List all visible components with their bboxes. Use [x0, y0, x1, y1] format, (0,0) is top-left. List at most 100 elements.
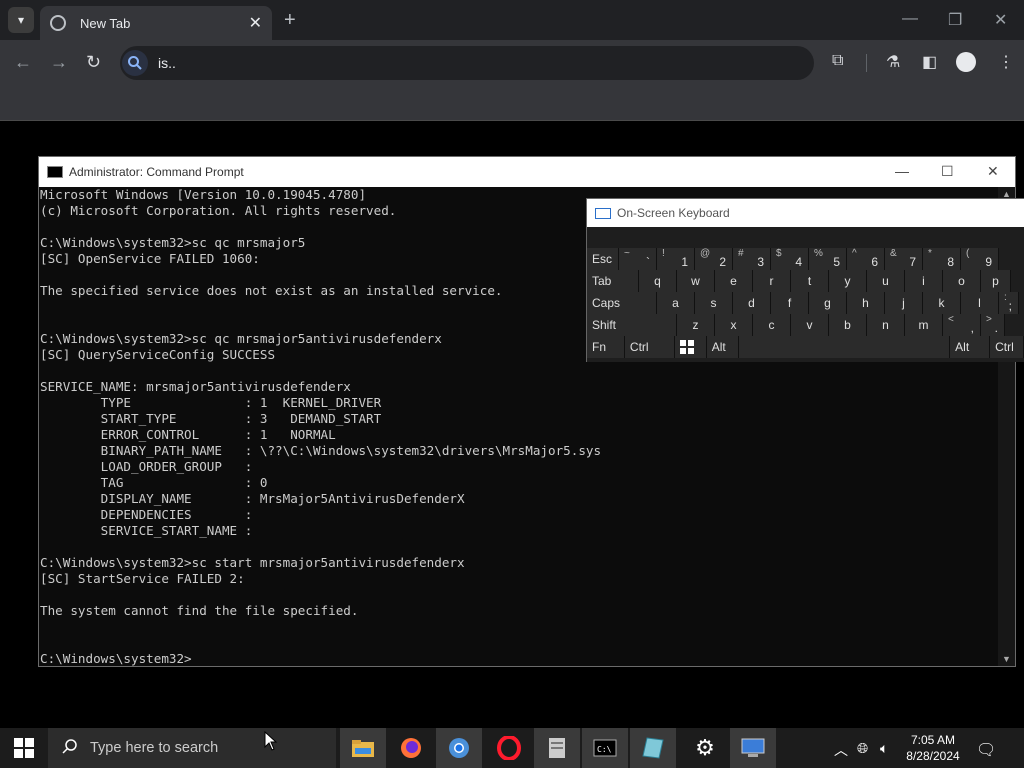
- osk-key-q[interactable]: q: [639, 270, 677, 292]
- osk-key-shift[interactable]: Shift: [587, 314, 677, 336]
- notepad-icon[interactable]: [630, 728, 676, 768]
- osk-key-g[interactable]: g: [809, 292, 847, 314]
- osk-key-label: m: [918, 318, 929, 332]
- osk-key-c[interactable]: c: [753, 314, 791, 336]
- document-app-icon[interactable]: [534, 728, 580, 768]
- remote-desktop-icon[interactable]: [730, 728, 776, 768]
- tab-title: New Tab: [80, 15, 131, 31]
- scroll-down-icon[interactable]: ▼: [1002, 654, 1011, 664]
- cmd-close-icon[interactable]: ✕: [987, 163, 999, 180]
- file-explorer-icon[interactable]: [340, 728, 386, 768]
- osk-key-`[interactable]: ~ `: [619, 248, 657, 270]
- firefox-icon[interactable]: [388, 728, 434, 768]
- restore-icon[interactable]: ❐: [948, 10, 962, 30]
- osk-key-.[interactable]: >.: [981, 314, 1005, 336]
- show-hidden-icons-chevron-icon[interactable]: ︿: [834, 740, 848, 760]
- osk-key-5[interactable]: % 5: [809, 248, 847, 270]
- osk-key-6[interactable]: ^ 6: [847, 248, 885, 270]
- osk-key-j[interactable]: j: [885, 292, 923, 314]
- osk-key-p[interactable]: p: [981, 270, 1011, 292]
- extensions-puzzle-icon[interactable]: ⧉: [832, 52, 843, 70]
- mouse-cursor-icon: [264, 731, 278, 751]
- tab-close-icon[interactable]: ✕: [249, 13, 262, 33]
- network-globe-icon[interactable]: 🌐︎: [857, 740, 868, 757]
- osk-key-d[interactable]: d: [733, 292, 771, 314]
- osk-key-label: `: [646, 255, 650, 269]
- windows-start-icon[interactable]: [14, 738, 34, 758]
- cmd-maximize-icon[interactable]: ☐: [941, 163, 954, 180]
- osk-key-o[interactable]: o: [943, 270, 981, 292]
- osk-key-,[interactable]: <,: [943, 314, 981, 336]
- osk-key-t[interactable]: t: [791, 270, 829, 292]
- osk-key-e[interactable]: e: [715, 270, 753, 292]
- osk-key-h[interactable]: h: [847, 292, 885, 314]
- volume-muted-icon[interactable]: 🔈︎: [880, 740, 888, 757]
- osk-key-fn[interactable]: Fn: [587, 336, 625, 358]
- cmd-minimize-icon[interactable]: —: [895, 163, 909, 179]
- osk-key-s[interactable]: s: [695, 292, 733, 314]
- cmd-icon[interactable]: C:\: [582, 728, 628, 768]
- osk-key-4[interactable]: $4: [771, 248, 809, 270]
- tab-search-chevron-icon[interactable]: ▾: [8, 7, 34, 33]
- search-icon: [122, 50, 148, 76]
- osk-key-windows-icon[interactable]: [674, 336, 707, 358]
- osk-key-m[interactable]: m: [905, 314, 943, 336]
- osk-key-8[interactable]: * 8: [923, 248, 961, 270]
- cmd-title-bar[interactable]: Administrator: Command Prompt — ☐ ✕: [39, 157, 1015, 187]
- more-menu-icon[interactable]: ⋮: [998, 52, 1014, 72]
- osk-key-1[interactable]: ! 1: [657, 248, 695, 270]
- taskbar-search-box[interactable]: Type here to search: [48, 728, 336, 768]
- osk-key-b[interactable]: b: [829, 314, 867, 336]
- osk-key-esc[interactable]: Esc: [587, 248, 619, 270]
- new-tab-plus-icon[interactable]: +: [284, 9, 296, 32]
- osk-key-tab[interactable]: Tab: [587, 270, 639, 292]
- address-bar[interactable]: is..: [120, 46, 814, 80]
- osk-key-v[interactable]: v: [791, 314, 829, 336]
- forward-arrow-icon[interactable]: →: [50, 52, 68, 73]
- osk-key-r[interactable]: r: [753, 270, 791, 292]
- notifications-icon[interactable]: 🗨︎: [976, 740, 996, 760]
- osk-key-y[interactable]: y: [829, 270, 867, 292]
- osk-key-3[interactable]: #3: [733, 248, 771, 270]
- osk-key-x[interactable]: x: [715, 314, 753, 336]
- osk-title-bar[interactable]: On-Screen Keyboard: [587, 199, 1024, 227]
- cmd-output-line: [39, 635, 999, 651]
- osk-key-n[interactable]: n: [867, 314, 905, 336]
- osk-key-label: r: [769, 274, 774, 288]
- opera-icon[interactable]: [486, 728, 532, 768]
- cmd-output-line: [39, 539, 999, 555]
- osk-key-ctrl[interactable]: Ctrl: [624, 336, 675, 358]
- osk-key-9[interactable]: (9: [961, 248, 999, 270]
- labs-flask-icon[interactable]: ⚗: [886, 52, 900, 72]
- osk-key-l[interactable]: l: [961, 292, 999, 314]
- osk-key-k[interactable]: k: [923, 292, 961, 314]
- osk-key-2[interactable]: @2: [695, 248, 733, 270]
- osk-key-z[interactable]: z: [677, 314, 715, 336]
- osk-key-w[interactable]: w: [677, 270, 715, 292]
- tab-new-tab[interactable]: New Tab ✕: [40, 6, 272, 40]
- osk-key-u[interactable]: u: [867, 270, 905, 292]
- osk-key-alt[interactable]: Alt: [706, 336, 739, 358]
- chrome-icon[interactable]: [436, 728, 482, 768]
- taskbar-clock[interactable]: 7:05 AM 8/28/2024: [898, 732, 968, 764]
- osk-key-f[interactable]: f: [771, 292, 809, 314]
- osk-key-space[interactable]: [738, 336, 951, 358]
- osk-key-;[interactable]: :;: [999, 292, 1019, 314]
- osk-key-ctrl[interactable]: Ctrl: [990, 336, 1024, 358]
- osk-key-caps[interactable]: Caps: [587, 292, 657, 314]
- close-window-icon[interactable]: ✕: [994, 10, 1007, 30]
- osk-key-shift-label: %: [814, 248, 823, 259]
- osk-key-alt[interactable]: Alt: [950, 336, 991, 358]
- profile-avatar-icon[interactable]: [956, 52, 976, 72]
- settings-icon[interactable]: ⚙: [682, 728, 728, 768]
- osk-key-label: Alt: [955, 340, 970, 354]
- minimize-icon[interactable]: —: [902, 10, 918, 28]
- reload-icon[interactable]: ↻: [86, 52, 101, 73]
- back-arrow-icon[interactable]: ←: [14, 52, 32, 73]
- osk-key-7[interactable]: & 7: [885, 248, 923, 270]
- side-panel-icon[interactable]: ◧: [922, 52, 937, 72]
- osk-key-a[interactable]: a: [657, 292, 695, 314]
- osk-key-label: 7: [909, 255, 916, 269]
- osk-key-i[interactable]: i: [905, 270, 943, 292]
- cmd-output-line: The system cannot find the file specifie…: [40, 603, 359, 618]
